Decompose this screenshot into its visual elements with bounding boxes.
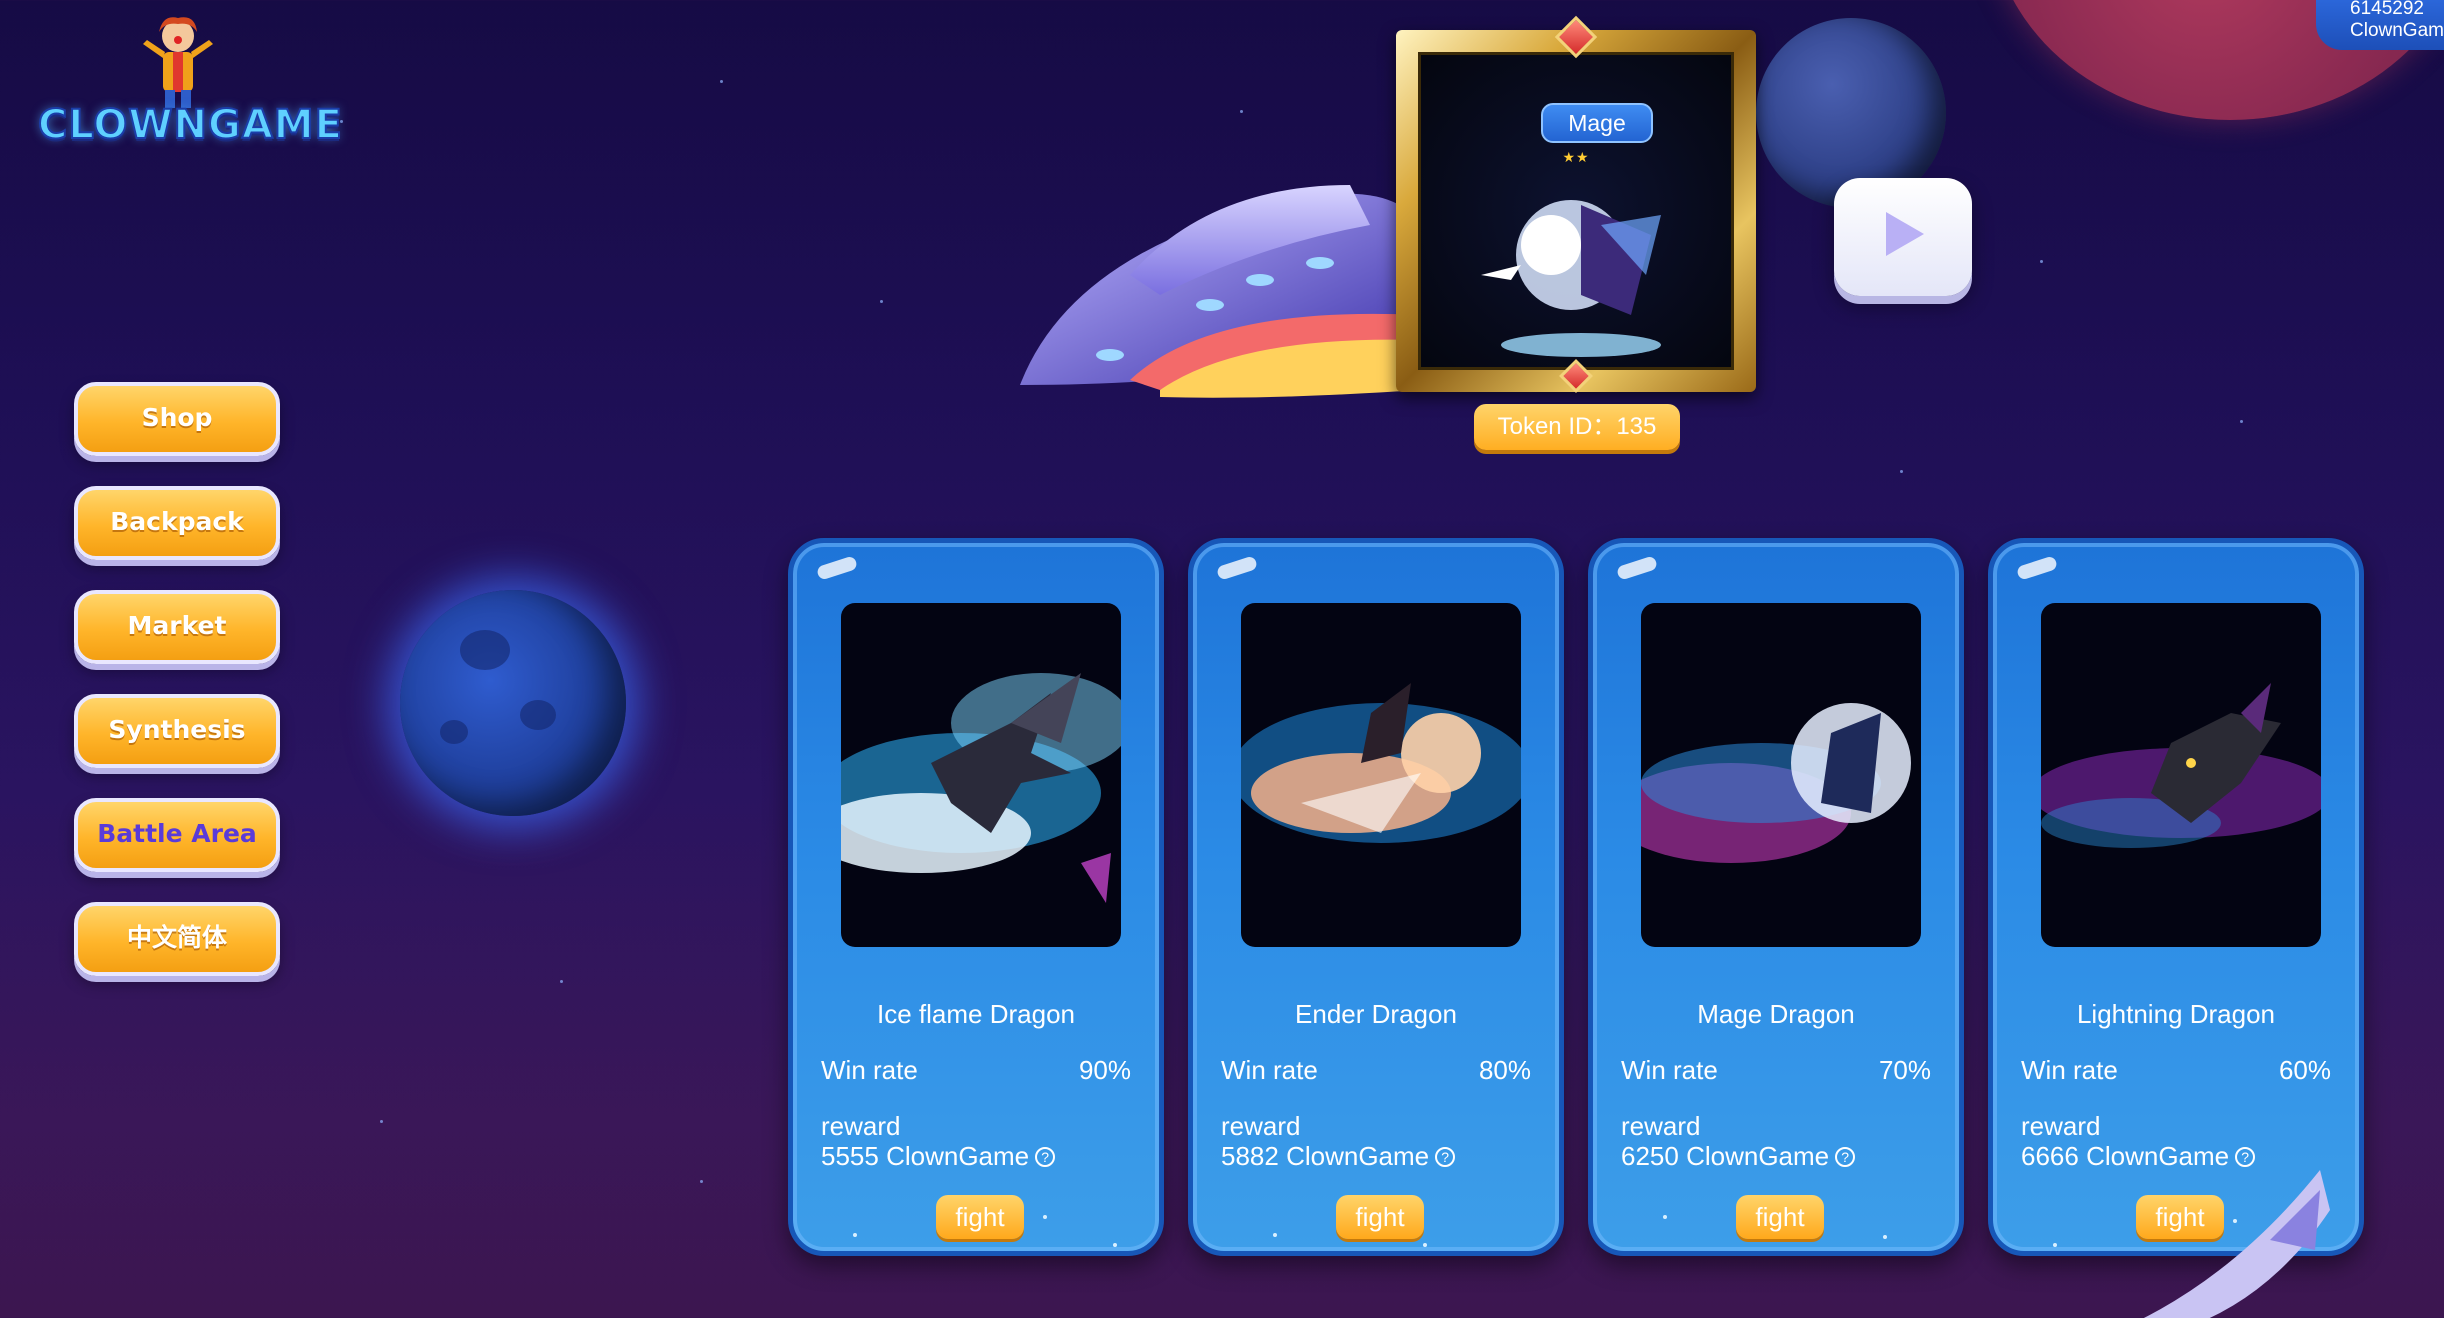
- card-shine: [2015, 555, 2059, 581]
- sparkle: [1423, 1243, 1427, 1247]
- card-shine: [1215, 555, 1259, 581]
- logo-wordmark: CLOWNGAME: [37, 101, 343, 149]
- dragon-card-ender: Ender Dragon Win rate 80% reward 5882 Cl…: [1188, 538, 1564, 1256]
- reward-value: 5555 ClownGame: [821, 1141, 1030, 1171]
- win-rate-value: 70%: [1878, 1055, 1931, 1085]
- reward-row: 5882 ClownGame?: [1221, 1141, 1456, 1172]
- account-balance-badge[interactable]: 6145292 ClownGame: [2316, 0, 2444, 50]
- sparkle: [1043, 1215, 1047, 1219]
- ufo-icon: [1020, 185, 1420, 398]
- reward-label: reward: [821, 1111, 901, 1141]
- clowngame-logo: CLOWNGAME: [37, 14, 343, 164]
- fight-button[interactable]: fight: [936, 1195, 1024, 1239]
- win-rate-label: Win rate: [821, 1055, 918, 1085]
- win-rate-value: 80%: [1478, 1055, 1531, 1085]
- rocket-icon: [2143, 1170, 2330, 1318]
- win-rate-value: 60%: [2278, 1055, 2331, 1085]
- account-balance-value: 6145292: [2350, 0, 2424, 19]
- reward-value: 6250 ClownGame: [1621, 1141, 1830, 1171]
- reward-value: 5882 ClownGame: [1221, 1141, 1430, 1171]
- win-rate-value: 90%: [1078, 1055, 1131, 1085]
- win-rate-row: Win rate 60%: [2021, 1055, 2331, 1086]
- shop-button[interactable]: Shop: [74, 382, 280, 456]
- video-play-button[interactable]: [1834, 178, 1972, 296]
- ice-dragon-icon: [841, 673, 1121, 903]
- dragon-card-ice-flame: Ice flame Dragon Win rate 90% reward 555…: [788, 538, 1164, 1256]
- dragon-art-ice-flame: [841, 603, 1121, 947]
- blue-planet-decoration: [400, 590, 626, 816]
- lightning-dragon-icon: [2041, 683, 2321, 848]
- clown-mascot-icon: [143, 17, 213, 108]
- win-rate-row: Win rate 70%: [1621, 1055, 1931, 1086]
- sparkle: [1883, 1235, 1887, 1239]
- reward-row: 6250 ClownGame?: [1621, 1141, 1856, 1172]
- sparkle: [853, 1233, 857, 1237]
- help-circle-icon[interactable]: ?: [1435, 1147, 1456, 1167]
- reward-label: reward: [2021, 1111, 2101, 1141]
- mage-dragon-icon: [1641, 703, 1911, 863]
- card-shine: [1615, 555, 1659, 581]
- win-rate-label: Win rate: [1221, 1055, 1318, 1085]
- help-circle-icon[interactable]: ?: [1835, 1147, 1856, 1167]
- dragon-name: Ender Dragon: [1295, 999, 1457, 1029]
- side-menu: Shop Backpack Market Synthesis Battle Ar…: [74, 382, 280, 1006]
- featured-nft-art: Mage ★★: [1418, 52, 1734, 370]
- fight-button[interactable]: fight: [1736, 1195, 1824, 1239]
- dragon-name: Ice flame Dragon: [877, 999, 1075, 1029]
- dragon-name: Lightning Dragon: [2076, 999, 2276, 1029]
- dragon-art-ender: [1241, 603, 1521, 947]
- card-shine: [815, 555, 859, 581]
- sparkle: [2053, 1243, 2057, 1247]
- token-id-label: Token ID：135: [1474, 404, 1680, 450]
- ender-dragon-icon: [1241, 683, 1521, 843]
- dragon-card-mage: Mage Dragon Win rate 70% reward 6250 Clo…: [1588, 538, 1964, 1256]
- help-circle-icon[interactable]: ?: [1035, 1147, 1056, 1167]
- dragon-art-mage: [1641, 603, 1921, 947]
- mage-character-icon: [1481, 200, 1661, 357]
- dragon-name: Mage Dragon: [1697, 999, 1855, 1029]
- win-rate-label: Win rate: [2021, 1055, 2118, 1085]
- dragon-art-lightning: [2041, 603, 2321, 947]
- reward-label: reward: [1621, 1111, 1701, 1141]
- battle-area-button[interactable]: Battle Area: [74, 798, 280, 872]
- sparkle: [1113, 1243, 1117, 1247]
- win-rate-row: Win rate 90%: [821, 1055, 1131, 1086]
- play-icon: [1886, 212, 1924, 256]
- account-token-name: ClownGame: [2350, 20, 2444, 41]
- market-button[interactable]: Market: [74, 590, 280, 664]
- nft-stars: ★★: [1562, 149, 1590, 165]
- fight-button[interactable]: fight: [1336, 1195, 1424, 1239]
- nft-type-badge: Mage: [1541, 103, 1653, 143]
- reward-label: reward: [1221, 1111, 1301, 1141]
- reward-row: 5555 ClownGame?: [821, 1141, 1056, 1172]
- win-rate-row: Win rate 80%: [1221, 1055, 1531, 1086]
- language-button[interactable]: 中文简体: [74, 902, 280, 976]
- featured-nft-card[interactable]: Mage ★★: [1396, 15, 1756, 393]
- sparkle: [1273, 1233, 1277, 1237]
- dragon-card-lightning: Lightning Dragon Win rate 60% reward 666…: [1988, 538, 2364, 1256]
- sparkle: [1663, 1215, 1667, 1219]
- win-rate-label: Win rate: [1621, 1055, 1718, 1085]
- synthesis-button[interactable]: Synthesis: [74, 694, 280, 768]
- backpack-button[interactable]: Backpack: [74, 486, 280, 560]
